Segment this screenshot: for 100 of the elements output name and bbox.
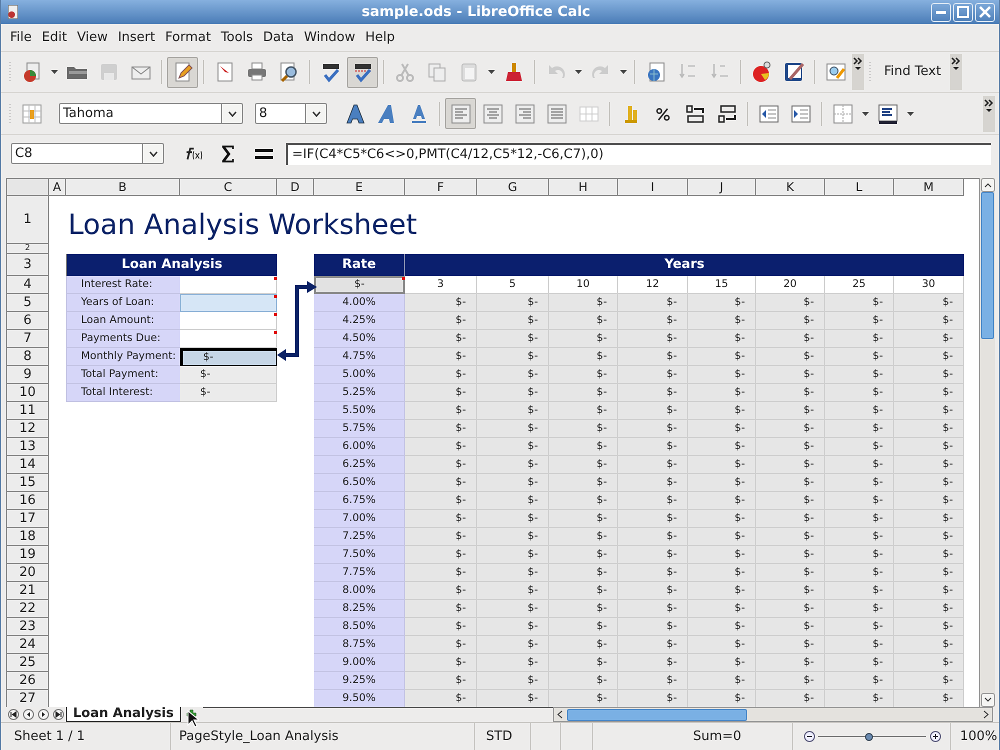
row-header[interactable]: 16 [7, 492, 49, 510]
zoom-out-button[interactable] [803, 730, 815, 742]
column-header[interactable]: M [894, 179, 964, 196]
row-header[interactable]: 15 [7, 474, 49, 492]
select-all-corner[interactable] [7, 179, 49, 196]
row-header[interactable]: 3 [7, 254, 49, 276]
row-header[interactable]: 6 [7, 312, 49, 330]
menu-item[interactable]: Insert [112, 28, 160, 48]
row-header[interactable]: 26 [7, 672, 49, 690]
dropdown-button[interactable] [306, 103, 327, 124]
row-header[interactable]: 13 [7, 438, 49, 456]
row-header[interactable]: 20 [7, 564, 49, 582]
row-header[interactable]: 14 [7, 456, 49, 474]
column-header[interactable]: I [618, 179, 688, 196]
column-header[interactable]: F [405, 179, 477, 196]
row-header[interactable]: 9 [7, 366, 49, 384]
row-header[interactable]: 1 [7, 196, 49, 244]
menu-item[interactable]: Tools [216, 28, 258, 48]
row-header[interactable]: 23 [7, 618, 49, 636]
table-cell: $- [825, 456, 894, 474]
input-cell[interactable] [180, 294, 277, 312]
align-left-button[interactable] [445, 98, 476, 129]
dropdown-button[interactable] [222, 103, 243, 124]
font-name-field[interactable]: Tahoma [59, 103, 222, 124]
selection-mode-label[interactable]: STD [486, 726, 512, 746]
slider-thumb[interactable] [865, 732, 873, 740]
column-header[interactable]: C [180, 179, 277, 196]
maximize-button[interactable] [953, 2, 973, 22]
font-size-field[interactable]: 8 [255, 103, 306, 124]
sheet-tab[interactable]: Loan Analysis [66, 707, 181, 722]
row-header[interactable]: 2 [7, 244, 49, 254]
table-cell: $- [549, 348, 618, 366]
page-style-label[interactable]: PageStyle_Loan Analysis [179, 726, 338, 746]
table-cell: $- [894, 402, 964, 420]
table-cell[interactable]: $- [180, 348, 277, 366]
first-sheet-button[interactable] [6, 708, 21, 721]
row-header[interactable]: 22 [7, 600, 49, 618]
formula-input[interactable]: =IF(C4*C5*C6<>0,PMT(C4/12,C5*12,-C6,C7),0) [286, 142, 991, 164]
menu-item[interactable]: Window [299, 28, 360, 48]
last-sheet-button[interactable] [51, 708, 66, 721]
table-cell: $- [405, 492, 477, 510]
row-header[interactable]: 25 [7, 654, 49, 672]
table-cell: $- [688, 600, 756, 618]
dropdown-button[interactable] [143, 143, 164, 164]
horizontal-scrollbar[interactable] [552, 707, 993, 722]
column-header[interactable]: A [49, 179, 66, 196]
menu-item[interactable]: Help [360, 28, 400, 48]
column-header[interactable]: L [825, 179, 894, 196]
table-cell: $- [549, 690, 618, 707]
next-sheet-button[interactable] [36, 708, 51, 721]
column-header[interactable]: K [756, 179, 825, 196]
column-header[interactable]: J [688, 179, 756, 196]
menu-item[interactable]: Edit [36, 28, 72, 48]
scrollbar-thumb[interactable] [981, 192, 994, 339]
zoom-percentage[interactable]: 100% [951, 726, 998, 746]
zoom-slider[interactable] [818, 730, 926, 742]
spellcheck-underline-button[interactable] [347, 56, 378, 88]
row-header[interactable]: 21 [7, 582, 49, 600]
table-cell: $- [688, 618, 756, 636]
row-header[interactable]: 5 [7, 294, 49, 312]
overflow-button[interactable] [852, 54, 864, 90]
overflow-button[interactable] [983, 96, 995, 132]
row-header[interactable]: 8 [7, 348, 49, 366]
close-button[interactable] [975, 2, 995, 22]
row-header[interactable]: 11 [7, 402, 49, 420]
row-header[interactable]: 27 [7, 690, 49, 707]
row-header[interactable]: 19 [7, 546, 49, 564]
row-header[interactable]: 10 [7, 384, 49, 402]
scrollbar-thumb[interactable] [566, 708, 747, 720]
input-cell[interactable] [180, 312, 277, 330]
minimize-button[interactable] [931, 2, 951, 22]
column-header[interactable]: D [277, 179, 314, 196]
column-header[interactable]: G [477, 179, 549, 196]
row-header[interactable]: 12 [7, 420, 49, 438]
table-cell: $- [405, 384, 477, 402]
table-cell[interactable]: $- [180, 384, 277, 402]
row-header[interactable]: 4 [7, 276, 49, 294]
input-cell[interactable] [180, 330, 277, 348]
menu-item[interactable]: File [5, 28, 37, 48]
menu-item[interactable]: View [72, 28, 113, 48]
column-header[interactable]: E [314, 179, 405, 196]
row-header[interactable]: 18 [7, 528, 49, 546]
menu-item[interactable]: Data [258, 28, 299, 48]
column-header[interactable]: H [549, 179, 618, 196]
table-cell: $- [688, 492, 756, 510]
pencil-document-button[interactable] [167, 56, 198, 88]
previous-sheet-button[interactable] [21, 708, 36, 721]
column-header[interactable]: B [66, 179, 180, 196]
find-text-button[interactable]: Find Text [876, 62, 950, 82]
table-cell[interactable]: $- [180, 366, 277, 384]
vertical-scrollbar[interactable] [979, 178, 995, 707]
name-box[interactable]: C8 [11, 143, 143, 164]
table-cell: 6.75% [314, 492, 405, 510]
row-header[interactable]: 17 [7, 510, 49, 528]
input-cell[interactable] [180, 276, 277, 294]
overflow-button[interactable] [950, 54, 962, 90]
row-header[interactable]: 24 [7, 636, 49, 654]
row-header[interactable]: 7 [7, 330, 49, 348]
zoom-in-button[interactable] [929, 730, 941, 742]
menu-item[interactable]: Format [160, 28, 216, 48]
